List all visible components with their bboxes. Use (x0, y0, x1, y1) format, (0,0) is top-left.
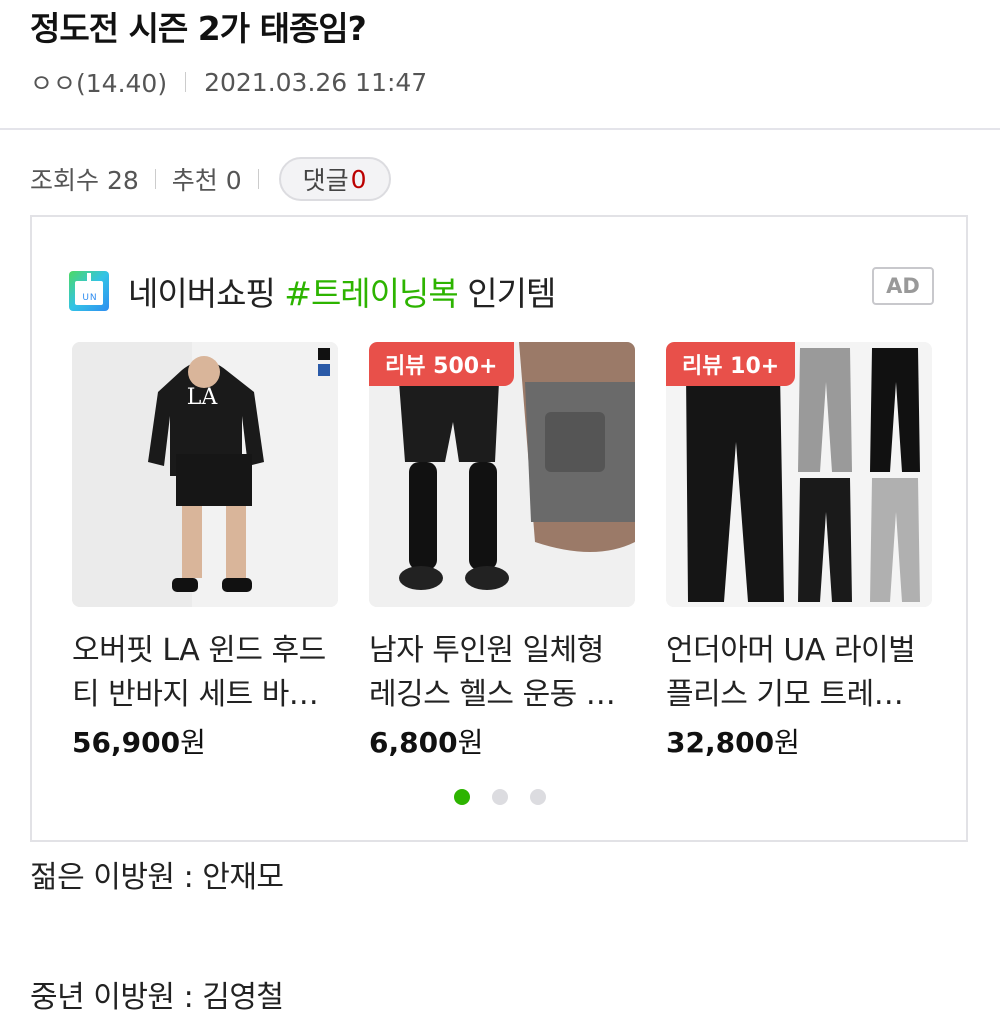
shopping-ad-widget: U N 네이버쇼핑 #트레이닝복 인기템 AD LA 오버핏 LA 윈드 후드티… (30, 215, 968, 842)
header-divider (0, 128, 1000, 130)
post-body-line: 젊은 이방원 : 안재모 (30, 860, 284, 895)
currency-label: 원 (180, 726, 206, 759)
like-count: 추천 0 (171, 166, 242, 195)
comment-button[interactable]: 댓글 0 (278, 157, 391, 201)
post-meta: ㅇㅇ(14.40) 2021.03.26 11:47 (30, 64, 427, 100)
post-datetime: 2021.03.26 11:47 (204, 67, 428, 97)
product-carousel: LA 오버핏 LA 윈드 후드티 반바지 세트 바… 56,900원 리뷰 50… (72, 342, 963, 761)
view-count: 조회수 28 (30, 166, 139, 195)
carousel-dot[interactable] (454, 789, 470, 805)
product-image[interactable]: 리뷰 500+ (369, 342, 635, 607)
product-card[interactable]: 리뷰 500+ 남자 투인원 일체형 레깅스 헬스 운동 … 6,800원 (369, 342, 635, 761)
ad-header: U N 네이버쇼핑 #트레이닝복 인기템 (68, 267, 556, 315)
product-card[interactable]: LA 오버핏 LA 윈드 후드티 반바지 세트 바… 56,900원 (72, 342, 338, 761)
currency-label: 원 (774, 726, 800, 759)
ad-header-tag[interactable]: #트레이닝복 (284, 267, 458, 315)
post-body-line: 중년 이방원 : 김영철 (30, 980, 284, 1015)
carousel-dot[interactable] (530, 789, 546, 805)
svg-text:LA: LA (187, 385, 219, 410)
ad-badge[interactable]: AD (872, 267, 934, 305)
product-image[interactable]: 리뷰 10+ (666, 342, 932, 607)
product-price-value: 32,800 (666, 726, 775, 759)
product-name[interactable]: 언더아머 UA 라이벌 플리스 기모 트레… (666, 629, 932, 717)
carousel-dot[interactable] (492, 789, 508, 805)
author-name[interactable]: ㅇㅇ(14.40) (30, 64, 167, 100)
post-stats: 조회수 28 추천 0 댓글 0 (30, 157, 391, 201)
product-card[interactable]: 리뷰 10+ 언더아머 UA 라이벌 플리스 기모 트레… 32,800원 (666, 342, 932, 761)
currency-label: 원 (457, 726, 484, 759)
comment-count: 0 (350, 164, 367, 194)
product-price-value: 6,800 (369, 726, 458, 759)
svg-text:U N: U N (82, 293, 95, 303)
divider (185, 72, 187, 92)
carousel-pagination (454, 789, 568, 805)
review-count-badge: 리뷰 10+ (666, 342, 796, 386)
product-name[interactable]: 남자 투인원 일체형 레깅스 헬스 운동 … (369, 629, 635, 717)
ad-header-suffix: 인기템 (457, 274, 556, 313)
post-title: 정도전 시즌 2가 태종임? (30, 9, 367, 48)
review-count-badge: 리뷰 500+ (369, 342, 514, 386)
product-price: 6,800원 (369, 721, 635, 761)
divider (257, 169, 259, 189)
product-image[interactable]: LA (72, 342, 338, 607)
naver-shopping-logo-icon: U N (68, 270, 110, 312)
comment-button-label: 댓글 (302, 166, 349, 195)
product-name[interactable]: 오버핏 LA 윈드 후드티 반바지 세트 바… (72, 629, 338, 717)
product-price: 56,900원 (72, 721, 338, 761)
product-price-value: 56,900 (72, 726, 181, 759)
divider (154, 169, 156, 189)
product-price: 32,800원 (666, 721, 932, 761)
ad-header-prefix: 네이버쇼핑 (128, 274, 285, 313)
